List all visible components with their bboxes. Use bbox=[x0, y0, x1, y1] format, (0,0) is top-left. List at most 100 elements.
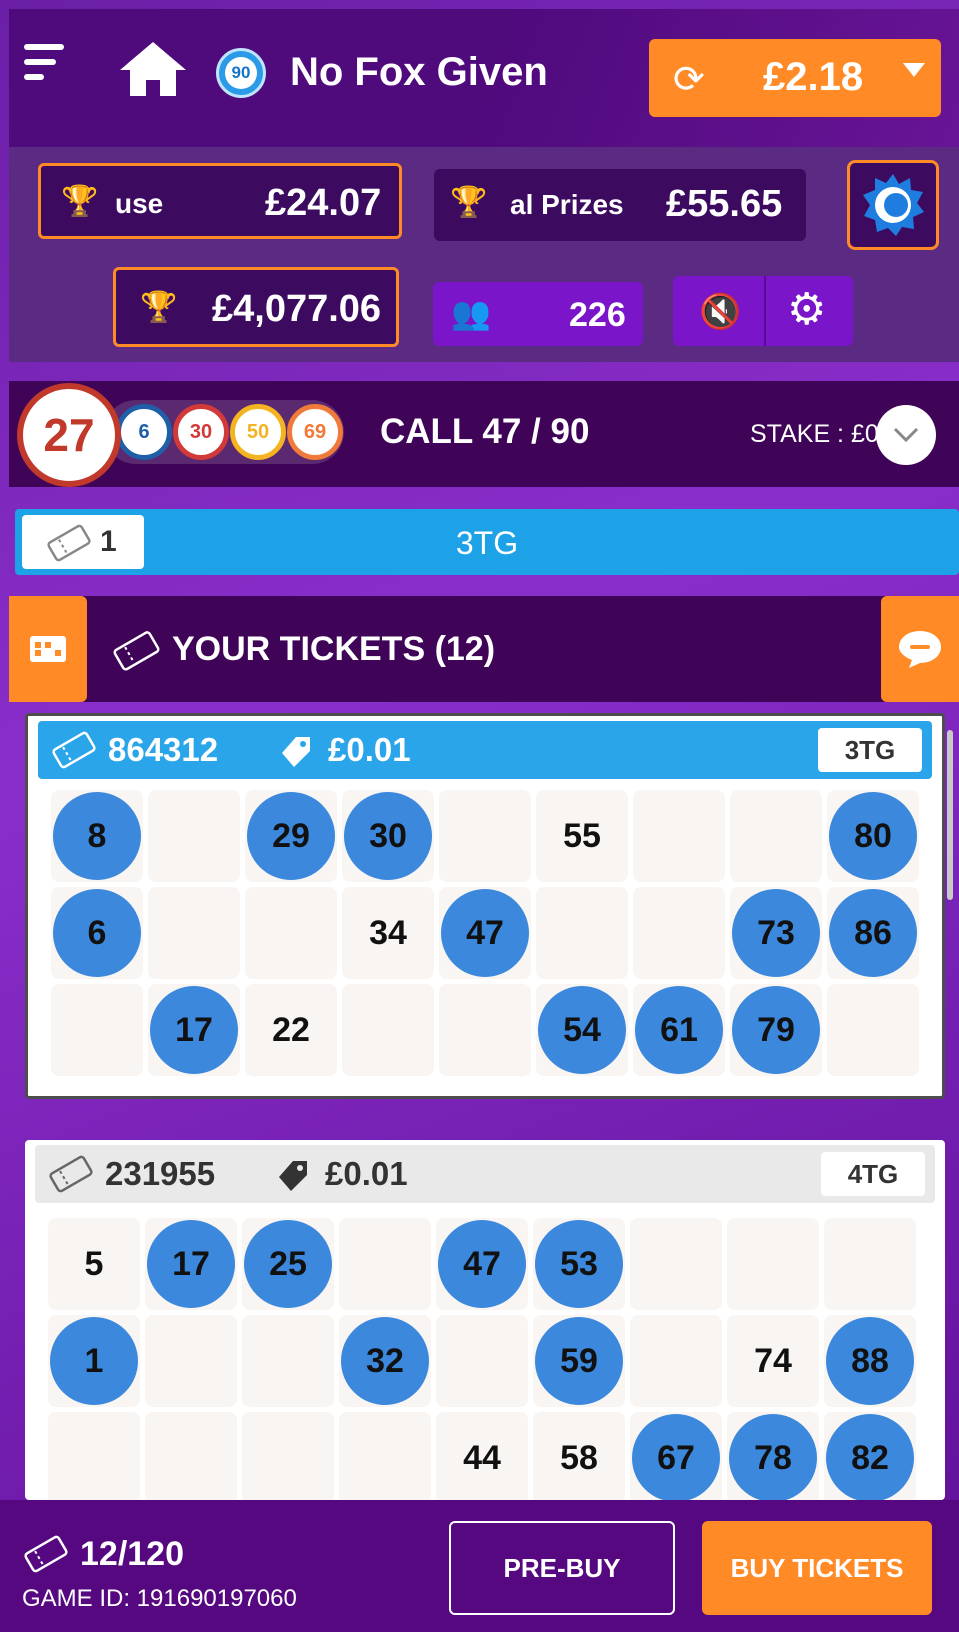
ticket-cell: 29 bbox=[245, 790, 337, 882]
ticket-card[interactable]: 231955 £0.01 4TG 5 17 25 47 53 1 32 59 74 88 44 58 6… bbox=[25, 1140, 945, 1504]
cell-number: 34 bbox=[369, 913, 407, 952]
ticket-cell bbox=[148, 887, 240, 979]
ticket-cell: 1 bbox=[48, 1315, 140, 1407]
ticket-cell bbox=[727, 1218, 819, 1310]
trophy-icon: 🏆 bbox=[450, 186, 488, 219]
ticket-cell bbox=[339, 1412, 431, 1504]
ticket-cell bbox=[630, 1218, 722, 1310]
marked-number: 32 bbox=[341, 1317, 429, 1405]
users-icon: 👥 bbox=[451, 295, 491, 331]
ticket-cell: 86 bbox=[827, 887, 919, 979]
ticket-cell: 53 bbox=[533, 1218, 625, 1310]
ticket-icon bbox=[49, 1155, 93, 1193]
ticket-cell bbox=[436, 1315, 528, 1407]
marked-number: 17 bbox=[150, 986, 238, 1074]
ticket-header: 231955 £0.01 4TG bbox=[35, 1145, 935, 1203]
ticket-id: 864312 bbox=[108, 731, 219, 768]
ticket-cell: 44 bbox=[436, 1412, 528, 1504]
ticket-cell: 67 bbox=[630, 1412, 722, 1504]
chat-icon bbox=[899, 631, 941, 668]
ticket-cell bbox=[145, 1412, 237, 1504]
ticket-cell bbox=[242, 1315, 334, 1407]
ticket-cell: 32 bbox=[339, 1315, 431, 1407]
marked-number: 88 bbox=[826, 1317, 914, 1405]
marked-number: 6 bbox=[53, 889, 141, 977]
chat-button[interactable] bbox=[881, 596, 959, 702]
cell-number: 74 bbox=[754, 1341, 792, 1380]
marked-number: 1 bbox=[50, 1317, 138, 1405]
ticket-cell: 78 bbox=[727, 1412, 819, 1504]
scrollbar[interactable] bbox=[947, 730, 953, 900]
ticket-cell bbox=[536, 887, 628, 979]
tg-bar[interactable]: 1 3TG bbox=[15, 509, 959, 575]
ticket-cell: 79 bbox=[730, 984, 822, 1076]
cell-number: 5 bbox=[84, 1244, 104, 1283]
mute-icon[interactable]: 🔇 bbox=[699, 292, 741, 332]
ticket-cell bbox=[827, 984, 919, 1076]
buy-tickets-button[interactable]: BUY TICKETS bbox=[702, 1521, 932, 1615]
ticket-cell: 74 bbox=[727, 1315, 819, 1407]
cell-number: 55 bbox=[563, 816, 601, 855]
ticket-tg-badge: 4TG bbox=[821, 1152, 925, 1196]
ticket-cell: 59 bbox=[533, 1315, 625, 1407]
refresh-icon[interactable]: ⟳ bbox=[673, 57, 705, 102]
marked-number: 73 bbox=[732, 889, 820, 977]
marked-number: 47 bbox=[438, 1220, 526, 1308]
jackpot-trophy-icon: 🏆 bbox=[140, 291, 178, 324]
ticket-cell bbox=[48, 1412, 140, 1504]
ticket-tg-badge: 3TG bbox=[818, 728, 922, 772]
chevron-down-icon bbox=[893, 427, 919, 443]
pre-buy-button[interactable]: PRE-BUY bbox=[449, 1521, 675, 1615]
ticket-cell: 17 bbox=[145, 1218, 237, 1310]
ticket-cell bbox=[824, 1218, 916, 1310]
balance-button[interactable]: ⟳ £2.18 bbox=[649, 39, 941, 117]
cell-number: 44 bbox=[463, 1438, 501, 1477]
chevron-down-icon[interactable] bbox=[903, 63, 925, 77]
ticket-icon bbox=[24, 1535, 68, 1573]
ticket-cell: 6 bbox=[51, 887, 143, 979]
expand-chevron-button[interactable] bbox=[876, 405, 936, 465]
call-counter: CALL 47 / 90 bbox=[380, 412, 590, 451]
sun-badge-button[interactable] bbox=[847, 160, 939, 250]
ticket-grid: 8 29 30 55 80 6 34 47 73 86 17 22 54 61 79 bbox=[51, 790, 919, 1076]
ticket-cell bbox=[630, 1315, 722, 1407]
jackpot-pill: 🏆 £4,077.06 bbox=[113, 267, 399, 347]
marked-number: 53 bbox=[535, 1220, 623, 1308]
marked-number: 25 bbox=[244, 1220, 332, 1308]
ticket-cell bbox=[439, 984, 531, 1076]
ticket-cell: 17 bbox=[148, 984, 240, 1076]
history-ball: 69 bbox=[287, 404, 343, 460]
ticket-cell: 30 bbox=[342, 790, 434, 882]
price-tag-icon bbox=[282, 737, 310, 767]
game-name: No Fox Given bbox=[290, 50, 548, 94]
ticket-cell: 82 bbox=[824, 1412, 916, 1504]
gear-icon[interactable]: ⚙ bbox=[787, 284, 826, 335]
menu-icon[interactable] bbox=[24, 44, 64, 86]
total-prizes-value: £55.65 bbox=[666, 183, 783, 225]
marked-number: 61 bbox=[635, 986, 723, 1074]
ticket-view-button[interactable] bbox=[9, 596, 87, 702]
ticket-view-icon bbox=[30, 636, 66, 662]
ticket-cell bbox=[148, 790, 240, 882]
marked-number: 59 bbox=[535, 1317, 623, 1405]
ticket-cell: 34 bbox=[342, 887, 434, 979]
ticket-card[interactable]: 864312 £0.01 3TG 8 29 30 55 80 6 34 47 73 86 17 22 5… bbox=[25, 713, 945, 1099]
ticket-cell bbox=[145, 1315, 237, 1407]
balance-amount: £2.18 bbox=[763, 55, 864, 99]
house-prize-label: use bbox=[115, 188, 164, 219]
home-icon[interactable] bbox=[118, 40, 188, 98]
total-prizes-label: al Prizes bbox=[510, 189, 624, 220]
marked-number: 54 bbox=[538, 986, 626, 1074]
total-prizes-pill: 🏆 al Prizes £55.65 bbox=[434, 169, 806, 241]
history-ball: 50 bbox=[230, 404, 286, 460]
trophy-icon: 🏆 bbox=[61, 185, 99, 218]
cell-number: 22 bbox=[272, 1010, 310, 1049]
marked-number: 8 bbox=[53, 792, 141, 880]
marked-number: 67 bbox=[632, 1414, 720, 1502]
ticket-grid: 5 17 25 47 53 1 32 59 74 88 44 58 67 78 82 bbox=[48, 1218, 916, 1504]
history-ball: 6 bbox=[116, 404, 172, 460]
ticket-cell bbox=[51, 984, 143, 1076]
house-prize-pill: 🏆 use £24.07 bbox=[38, 163, 402, 239]
ticket-cell: 73 bbox=[730, 887, 822, 979]
ticket-cell: 47 bbox=[436, 1218, 528, 1310]
